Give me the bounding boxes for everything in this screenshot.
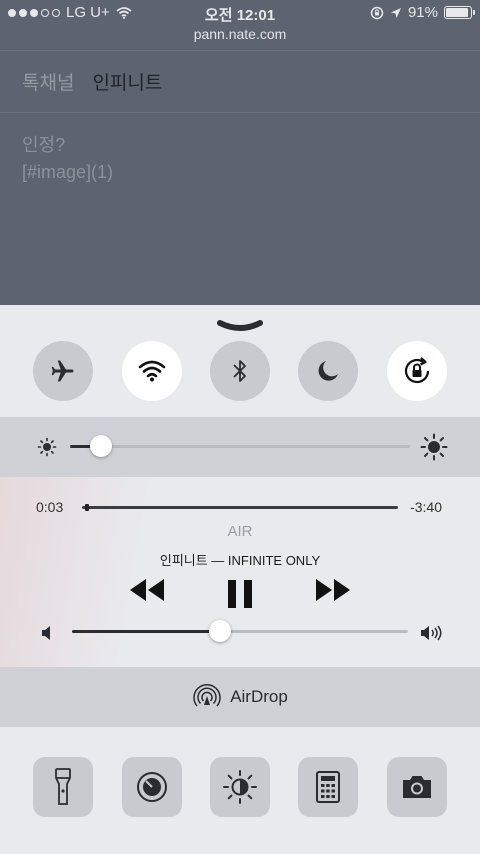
brightness-track[interactable] — [70, 445, 410, 448]
fast-forward-button[interactable] — [314, 577, 352, 603]
flashlight-button[interactable] — [33, 757, 93, 817]
rewind-button[interactable] — [128, 577, 166, 603]
post-body: [#image](1) — [22, 162, 114, 182]
volume-high-icon — [421, 625, 442, 641]
camera-button[interactable] — [387, 757, 447, 817]
airdrop-label: AirDrop — [230, 687, 288, 706]
brightness-knob[interactable] — [89, 435, 112, 457]
toggle-row — [0, 341, 480, 417]
timer-icon — [137, 772, 167, 802]
post-content: 인정? [#image](1) — [22, 132, 113, 186]
background-page: LG U+ 오전 12:01 91% pann.nate.com 톡채널 인피니… — [0, 0, 480, 306]
rotation-lock-toggle[interactable] — [387, 341, 447, 401]
timer-button[interactable] — [122, 757, 182, 817]
bluetooth-toggle[interactable] — [210, 341, 270, 401]
tab-talk-channel[interactable]: 톡채널 — [22, 68, 74, 95]
elapsed-time: 0:03 — [36, 499, 64, 515]
airdrop-icon — [193, 683, 221, 707]
battery-icon — [444, 6, 475, 19]
volume-fill — [72, 630, 220, 633]
airplane-mode-toggle[interactable] — [33, 341, 93, 401]
flashlight-icon — [55, 768, 71, 805]
brightness-low-icon — [37, 437, 57, 457]
pause-button[interactable] — [226, 579, 254, 609]
wifi-toggle[interactable] — [122, 341, 182, 401]
do-not-disturb-toggle[interactable] — [298, 341, 358, 401]
moon-icon — [318, 361, 338, 381]
location-icon — [390, 7, 401, 18]
channel-tabs: 톡채널 인피니트 — [22, 68, 162, 95]
song-title: 인피니트 — INFINITE ONLY — [159, 553, 321, 568]
calculator-button[interactable] — [298, 757, 358, 817]
url-label[interactable]: pann.nate.com — [0, 26, 480, 42]
camera-icon — [403, 776, 431, 798]
audio-source: AIR — [227, 523, 253, 540]
tab-infinite[interactable]: 인피니트 — [92, 68, 162, 95]
now-playing-panel: 0:03 -3:40 AIR 인피니트 — INFINITE ONLY — [0, 477, 480, 667]
night-shift-icon — [223, 770, 257, 804]
airplane-icon — [51, 360, 74, 382]
remaining-time: -3:40 — [410, 499, 442, 515]
bluetooth-icon — [233, 360, 246, 382]
divider — [0, 112, 480, 113]
volume-knob[interactable] — [208, 620, 231, 642]
rotation-lock-icon — [404, 357, 430, 384]
calculator-icon — [316, 771, 340, 803]
battery-percent: 91% — [407, 4, 438, 21]
post-title[interactable]: 인정? — [22, 132, 113, 159]
volume-low-icon — [42, 626, 50, 640]
control-center: 0:03 -3:40 AIR 인피니트 — INFINITE ONLY AirD… — [0, 305, 480, 854]
grabber-chevron-icon[interactable] — [216, 319, 264, 333]
playback-knob[interactable] — [85, 504, 90, 511]
status-bar: LG U+ 오전 12:01 91% — [0, 0, 480, 26]
rotation-lock-status-icon — [370, 6, 384, 19]
airdrop-button[interactable]: AirDrop — [0, 667, 480, 727]
brightness-slider-panel — [0, 417, 480, 477]
quick-actions-row — [0, 757, 480, 819]
wifi-icon — [138, 360, 166, 382]
night-shift-button[interactable] — [210, 757, 270, 817]
divider — [0, 50, 480, 51]
playback-scrubber[interactable] — [82, 506, 398, 509]
brightness-high-icon — [420, 433, 448, 461]
